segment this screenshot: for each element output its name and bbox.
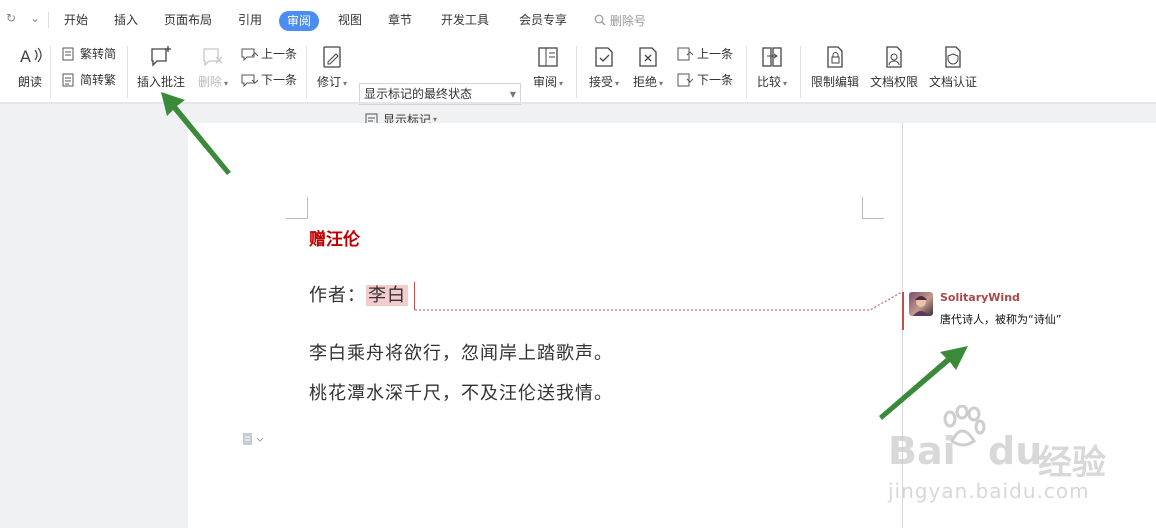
doc-permissions-label: 文档权限 — [869, 75, 918, 89]
arrow-annotation-icon — [161, 92, 231, 175]
tab-view[interactable]: 视图 — [338, 12, 362, 28]
watermark-cn: 经验 — [1038, 443, 1106, 483]
watermark-brand-suffix: du — [988, 429, 1043, 473]
restrict-editing-label: 限制编辑 — [810, 75, 859, 89]
author-label: 作者： — [309, 285, 366, 306]
accept-label: 接受 ▾ — [588, 75, 620, 89]
watermark-brand: Bai — [888, 429, 956, 473]
toolbar-divider — [800, 46, 801, 98]
review-pane-button[interactable]: 审阅 ▾ — [530, 44, 566, 91]
prev-change-label: 上一条 — [697, 47, 734, 61]
margin-corner-mark — [286, 197, 308, 219]
comment-marker — [902, 292, 904, 330]
next-change-button[interactable]: 下一条 — [676, 72, 733, 88]
menu-bar: ↻ ⌄ 开始 插入 页面布局 引用 审阅 视图 章节 开发工具 会员专享 删除号 — [0, 0, 1156, 40]
menu-divider — [48, 12, 49, 28]
tab-review[interactable]: 审阅 — [279, 11, 320, 31]
tab-developer[interactable]: 开发工具 — [441, 12, 489, 28]
comment-text[interactable]: 唐代诗人，被称为“诗仙” — [940, 311, 1061, 327]
reject-label: 拒绝 ▾ — [632, 75, 664, 89]
svg-text:A: A — [20, 47, 31, 66]
compare-label: 比较 ▾ — [756, 75, 788, 89]
watermark-url: jingyan.baidu.com — [888, 479, 1090, 503]
author-line[interactable]: 作者： 李白 — [309, 284, 408, 308]
toolbar-divider — [127, 46, 128, 98]
avatar — [909, 292, 933, 316]
compare-icon — [762, 47, 782, 67]
tab-member[interactable]: 会员专享 — [519, 12, 567, 28]
baidu-jingyan-watermark: Bai du 经验 jingyan.baidu.com — [888, 405, 1156, 528]
simp-to-trad-icon — [62, 73, 74, 87]
prev-change-button[interactable]: 上一条 — [676, 46, 733, 62]
read-aloud-icon: A — [20, 47, 42, 66]
tab-chapter[interactable]: 章节 — [388, 12, 412, 28]
search-icon — [594, 14, 606, 26]
document-page[interactable] — [188, 123, 902, 528]
compare-button[interactable]: 比较 ▾ — [754, 44, 790, 91]
reject-button[interactable]: 拒绝 ▾ — [630, 44, 666, 91]
prev-comment-button[interactable]: 上一条 — [240, 46, 297, 62]
review-pane-label: 审阅 ▾ — [532, 75, 564, 89]
restrict-editing-button[interactable]: 限制编辑 — [810, 44, 860, 89]
toolbar-divider — [746, 46, 747, 98]
poem-line-1[interactable]: 李白乘舟将欲行，忽闻岸上踏歌声。 — [309, 342, 613, 366]
search-placeholder: 删除号 — [609, 14, 646, 28]
poem-line-2[interactable]: 桃花潭水深千尺，不及汪伦送我情。 — [309, 382, 613, 406]
commented-text[interactable]: 李白 — [366, 285, 408, 306]
doc-permissions-button[interactable]: 文档权限 — [869, 44, 919, 89]
tab-insert[interactable]: 插入 — [114, 12, 138, 28]
search-box[interactable]: 删除号 — [594, 12, 646, 29]
toolbar-divider — [50, 46, 51, 98]
tab-home[interactable]: 开始 — [64, 12, 88, 28]
insert-comment-button[interactable]: 插入批注 — [136, 44, 186, 89]
review-pane-icon — [538, 47, 558, 67]
next-comment-label: 下一条 — [261, 73, 298, 87]
read-aloud-button[interactable]: A 朗读 — [16, 44, 44, 89]
reject-icon — [639, 47, 657, 67]
prev-comment-label: 上一条 — [261, 47, 298, 61]
prev-change-icon — [677, 47, 694, 61]
track-changes-icon — [323, 46, 341, 68]
trad-to-simp-label: 繁转简 — [80, 47, 117, 61]
insert-comment-icon — [151, 46, 171, 67]
chevron-down-icon: ▼ — [509, 90, 516, 99]
quick-access-dropdown-icon[interactable]: ⌄ — [30, 11, 40, 25]
comment-author: SolitaryWind — [940, 291, 1020, 304]
delete-comment-label: 删除 ▾ — [197, 75, 229, 89]
comment-connector-line — [415, 291, 903, 311]
accept-button[interactable]: 接受 ▾ — [586, 44, 622, 91]
next-change-label: 下一条 — [697, 73, 734, 87]
next-comment-button[interactable]: 下一条 — [240, 72, 297, 88]
delete-comment-icon — [203, 48, 223, 67]
lock-icon — [827, 46, 843, 68]
toolbar-divider — [306, 46, 307, 98]
redo-icon[interactable]: ↻ — [6, 11, 16, 25]
track-changes-button[interactable]: 修订 ▾ — [314, 44, 350, 91]
doc-certification-label: 文档认证 — [928, 75, 977, 89]
tab-references[interactable]: 引用 — [238, 12, 262, 28]
trad-to-simp-button[interactable]: 繁转简 — [61, 46, 116, 62]
prev-comment-icon — [241, 48, 258, 62]
margin-corner-mark — [862, 197, 884, 219]
next-change-icon — [677, 73, 694, 87]
permissions-icon — [886, 46, 902, 68]
tab-page-layout[interactable]: 页面布局 — [164, 12, 212, 28]
trad-to-simp-icon — [62, 47, 74, 61]
toolbar-divider — [576, 46, 577, 98]
delete-comment-button[interactable]: 删除 ▾ — [196, 44, 230, 91]
certificate-icon — [945, 46, 961, 68]
read-aloud-label: 朗读 — [17, 75, 42, 89]
document-title[interactable]: 赠汪伦 — [309, 229, 360, 251]
paragraph-options-icon[interactable] — [242, 432, 264, 450]
track-changes-label: 修订 ▾ — [316, 75, 348, 89]
simp-to-trad-label: 简转繁 — [80, 73, 117, 87]
accept-icon — [595, 47, 613, 67]
doc-certification-button[interactable]: 文档认证 — [928, 44, 978, 89]
insert-comment-label: 插入批注 — [136, 75, 185, 89]
next-comment-icon — [241, 74, 258, 88]
simp-to-trad-button[interactable]: 简转繁 — [61, 72, 116, 88]
markup-state-value: 显示标记的最终状态 — [364, 87, 473, 101]
